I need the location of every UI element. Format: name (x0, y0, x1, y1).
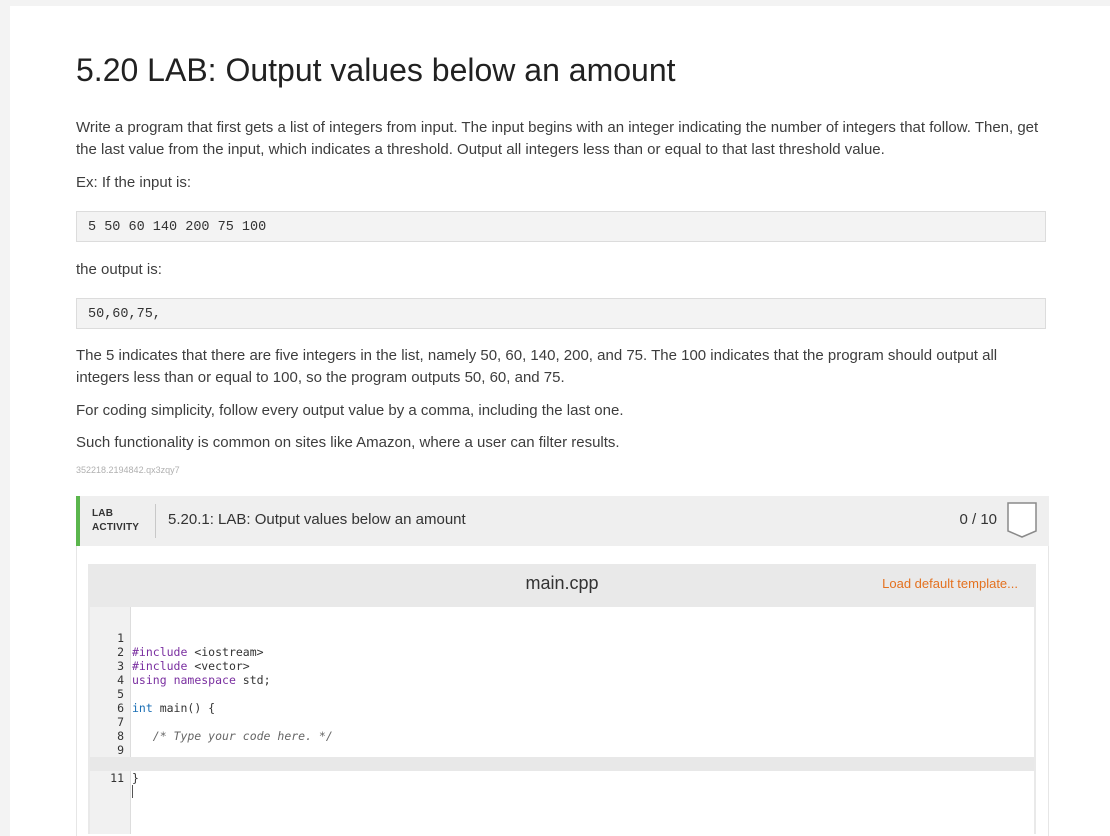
text-cursor (132, 785, 133, 799)
code-line: 3 using namespace std; (90, 645, 1034, 687)
example-output-box: 50,60,75, (76, 298, 1046, 329)
load-default-template-link[interactable]: Load default template... (882, 576, 1018, 591)
lab-accent-bar (76, 496, 80, 546)
lab-title: 5.20.1: LAB: Output values below an amou… (168, 511, 466, 528)
problem-description: Write a program that first gets a list o… (76, 119, 1039, 158)
code-editor: main.cpp Load default template... 1 #inc… (88, 564, 1036, 834)
code-line: 7 /* Type your code here. */ (90, 701, 1034, 743)
lab-tag-line2: ACTIVITY (92, 522, 140, 533)
reference-id: 352218.2194842.qx3zqy7 (76, 465, 180, 475)
example-input-box: 5 50 60 140 200 75 100 (76, 211, 1046, 242)
explanation-text: The 5 indicates that there are five inte… (76, 347, 998, 386)
line-number: 11 (110, 771, 124, 785)
score-badge-icon (1007, 502, 1037, 538)
code-line: 8 (90, 715, 1034, 743)
code-line: 9 return 0; (90, 729, 1034, 771)
example-intro: Ex: If the input is: (76, 174, 192, 191)
simplicity-note: For coding simplicity, follow every outp… (76, 402, 624, 419)
lab-score: 0 / 10 (959, 511, 997, 528)
lab-divider (155, 504, 156, 538)
lab-activity-header: LAB ACTIVITY 5.20.1: LAB: Output values … (76, 496, 1049, 546)
amazon-note: Such functionality is common on sites li… (76, 434, 620, 451)
lab-tag-line1: LAB (92, 508, 114, 519)
code-line: 5 int main() { (90, 673, 1034, 715)
page-title: 5.20 LAB: Output values below an amount (76, 52, 676, 88)
code-line: 10 } (90, 743, 1034, 785)
code-line: 2 #include <vector> (90, 631, 1034, 673)
code-area[interactable]: 1 #include <iostream> 2 #include <vector… (90, 607, 1034, 834)
lab-activity-tag: LAB ACTIVITY (92, 507, 139, 535)
code-text: } (132, 771, 139, 785)
code-line: 6 (90, 687, 1034, 715)
output-intro: the output is: (76, 261, 162, 278)
code-line: 4 (90, 659, 1034, 687)
code-line: 1 #include <iostream> (90, 617, 1034, 659)
code-line-active[interactable]: 11 (90, 757, 1034, 798)
